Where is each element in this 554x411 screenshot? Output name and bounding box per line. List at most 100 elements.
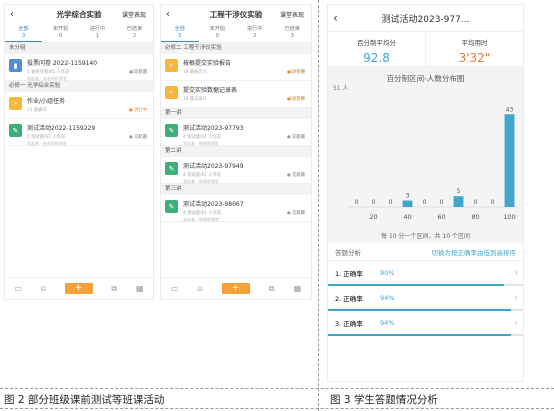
grid-icon[interactable]: ▦ xyxy=(294,284,302,293)
question-row[interactable]: 2. 正确率 94% › xyxy=(328,286,523,311)
chart-bar xyxy=(453,196,464,207)
question-label: 3. 正确率 xyxy=(335,319,363,328)
status-text: 进行中 xyxy=(292,97,305,102)
tab-3[interactable]: 已结束 3 xyxy=(274,23,312,42)
tab-label: 全部 xyxy=(18,26,29,32)
status-text: 进行中 xyxy=(134,108,147,113)
add-button[interactable]: + xyxy=(221,283,250,294)
activity-item[interactable]: ▮ 投票问卷 2022-1159140 4 调查问卷/61 人作答 18 答题 发起者 … xyxy=(5,54,153,81)
test-icon: ✎ xyxy=(165,124,178,137)
chevron-right-icon: › xyxy=(514,318,518,327)
question-row[interactable]: 3. 正确率 94% › xyxy=(328,311,523,336)
back-icon[interactable]: ‹ xyxy=(166,9,170,20)
meta-count: 4 测试题/61 人作答 xyxy=(27,135,66,140)
activity-item[interactable]: ⌕ 按根提交实验报告 18 篇报告/1 33 答题 ● 进行中 xyxy=(161,54,311,81)
back-icon[interactable]: ‹ xyxy=(333,11,338,25)
question-row[interactable]: 1. 正确率 90% › xyxy=(328,261,523,286)
stat-label: 百分制平均分 xyxy=(357,39,396,47)
tab-count: 3 xyxy=(290,33,294,39)
bar-value-label: 0 xyxy=(491,199,495,206)
tab-1[interactable]: 未开始 0 xyxy=(199,23,237,42)
tab-label: 进行中 xyxy=(89,26,106,32)
tab-0[interactable]: 全部 5 xyxy=(161,23,199,42)
back-icon[interactable]: ‹ xyxy=(10,9,14,20)
activity-item[interactable]: ✎ 测试活动2023-97949 4 测试题/61 人作答 3 答题 发起者 · 陈德明… xyxy=(161,157,311,184)
activity-owner: 发起者 · 陈德明课堂 xyxy=(183,141,219,146)
activity-item[interactable]: ⌕ 作业/小组任务 11 图表/6 ● 进行中 xyxy=(5,92,153,119)
copy-icon[interactable]: ⧉ xyxy=(111,284,117,294)
interval-note: 每 10 分一个区间，共 10 个区间 xyxy=(381,233,470,240)
bar-value-label: 0 xyxy=(372,199,376,206)
status-badge: ● 进行中 xyxy=(286,70,305,75)
page-title: 测试活动2023-977... xyxy=(381,14,470,25)
tab-1[interactable]: 未开始 0 xyxy=(42,23,79,42)
stat-label: 平均用时 xyxy=(461,39,488,47)
add-button[interactable]: + xyxy=(64,283,93,294)
sort-toggle-link[interactable]: 切换为按正确率由低到高排序 xyxy=(432,247,517,257)
test-icon: ✎ xyxy=(165,200,178,213)
copy-icon[interactable]: ⧉ xyxy=(269,284,275,294)
bottom-nav: ▭ ⍝ + ⧉ ▦ xyxy=(5,277,153,299)
grid-icon[interactable]: ▦ xyxy=(136,284,144,293)
bar-value-label: 0 xyxy=(440,199,444,206)
status-badge: ● 已结束 xyxy=(286,173,305,178)
phone-activity-list-b: ‹ 工程干涉仪实验 课堂表现 全部 5 未开始 0 进行中 2 已结束 3 必修二 工程干涉仪实验 ⌕ 按… xyxy=(160,4,312,300)
tab-label: 未开始 xyxy=(52,26,69,32)
activity-name: 测试活动2023-98067 xyxy=(183,201,244,208)
class-performance-link[interactable]: 课堂表现 xyxy=(280,10,304,19)
accuracy-value: 94% xyxy=(380,293,395,302)
bar-value-label: 3 xyxy=(406,193,410,200)
tab-3[interactable]: 已结束 2 xyxy=(116,23,153,42)
tab-label: 全部 xyxy=(174,26,185,32)
report-icon: ⌕ xyxy=(165,86,178,99)
score-distribution-chart: 0 0 0 3 0 0 5 0 0 43 20 40 60 80 100 xyxy=(348,106,518,221)
bar-value-label: 0 xyxy=(389,199,393,206)
meta-count: 4 调查问卷/61 人作答 xyxy=(27,70,70,75)
meta-count: 18 篇记录/1 xyxy=(183,97,207,102)
status-text: 已结束 xyxy=(292,211,305,216)
status-text: 已结束 xyxy=(292,173,305,178)
status-text: 已结束 xyxy=(134,70,147,75)
status-badge: ● 已结束 xyxy=(128,135,147,140)
folder-icon[interactable]: ▭ xyxy=(171,284,179,293)
activity-name: 测试活动2022-1159229 xyxy=(27,125,96,132)
tab-label: 已结束 xyxy=(126,26,143,32)
folder-icon[interactable]: ▭ xyxy=(14,284,22,293)
activity-item[interactable]: ⌕ 提交实验数据记录表 18 篇记录/1 21 答题 ● 进行中 xyxy=(161,81,311,108)
avg-score-stat: 百分制平均分 92.8 xyxy=(328,32,425,66)
header: ‹ 光学综合实验 课堂表现 xyxy=(5,5,153,23)
activity-item[interactable]: ✎ 测试活动2022-1159229 4 测试题/61 人作答 18 题发起者 · 张… xyxy=(5,119,153,146)
tab-count: 0 xyxy=(215,33,219,39)
meta-count: 18 篇报告/1 xyxy=(183,70,207,75)
chevron-right-icon: › xyxy=(514,293,518,302)
user-icon[interactable]: ⍝ xyxy=(41,284,46,294)
user-icon[interactable]: ⍝ xyxy=(197,284,202,294)
status-text: 进行中 xyxy=(292,70,305,75)
divider xyxy=(0,408,554,409)
status-tabs: 全部 3 未开始 0 进行中 1 已结束 2 xyxy=(5,23,153,43)
tab-2[interactable]: 进行中 2 xyxy=(236,23,274,42)
x-tick-label: 100 xyxy=(503,213,515,221)
meta-count: 11 图表/6 xyxy=(27,108,47,113)
activity-owner: 发起者 · 陈德明课堂 xyxy=(183,179,219,184)
group-header: 必修二 工程干涉仪实验 xyxy=(161,43,311,54)
meta-count: 4 测试题/61 人作答 xyxy=(183,173,222,178)
activity-item[interactable]: ✎ 测试活动2023-98067 4 测试题/61 人作答 3 答题 发起者 · 陈德明… xyxy=(161,195,311,222)
class-performance-link[interactable]: 课堂表现 xyxy=(122,10,146,19)
tab-2[interactable]: 进行中 1 xyxy=(79,23,116,42)
status-badge: ● 进行中 xyxy=(286,97,305,102)
bar-value-label: 43 xyxy=(506,106,514,113)
activity-name: 测试活动2023-97949 xyxy=(183,163,244,170)
activity-owner: 发起者 · 张老师的课堂 xyxy=(27,76,67,81)
activity-item[interactable]: ✎ 测试活动2023-97793 4 测试题/61 人作答 3 答题 发起者 · 陈德明… xyxy=(161,119,311,146)
activity-name: 作业/小组任务 xyxy=(27,98,66,105)
accuracy-value: 94% xyxy=(380,318,395,327)
accuracy-value: 90% xyxy=(380,268,395,277)
activity-owner: 发起者 · 陈德明课堂 xyxy=(183,217,219,222)
status-text: 已结束 xyxy=(292,135,305,140)
tab-label: 未开始 xyxy=(209,26,226,32)
activity-name: 按根提交实验报告 xyxy=(183,60,232,67)
header: ‹ 工程干涉仪实验 课堂表现 xyxy=(161,5,311,23)
tab-0[interactable]: 全部 3 xyxy=(5,23,42,42)
status-badge: ● 已结束 xyxy=(286,135,305,140)
